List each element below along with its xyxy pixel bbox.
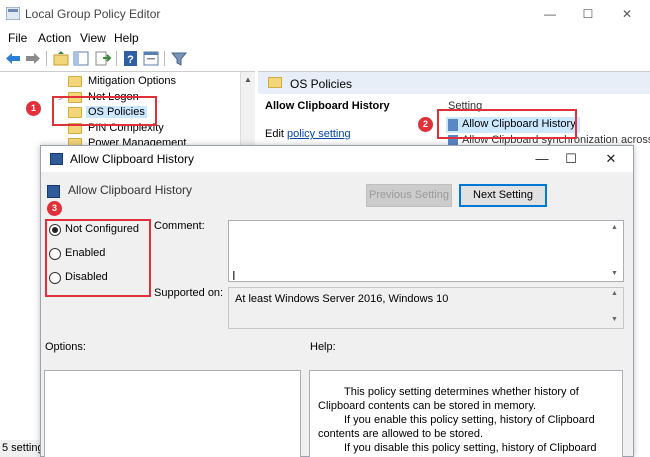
annotation-badge-3: 3 — [47, 201, 62, 216]
toolbar-separator — [46, 51, 47, 66]
dialog-title: Allow Clipboard History — [70, 152, 195, 166]
main-maximize-button[interactable]: ☐ — [573, 4, 603, 24]
details-header: OS Policies — [258, 72, 650, 94]
menu-help[interactable]: Help — [114, 31, 139, 45]
main-titlebar: Local Group Policy Editor — ☐ ✕ — [0, 0, 650, 28]
help-label: Help: — [310, 341, 336, 353]
forward-arrow-icon[interactable] — [24, 50, 42, 67]
main-close-button[interactable]: ✕ — [612, 4, 642, 24]
edit-policy-line: Edit policy setting — [265, 128, 351, 140]
up-folder-icon[interactable] — [52, 50, 70, 67]
help-icon[interactable]: ? — [122, 50, 140, 67]
menu-bar: File Action View Help — [0, 28, 650, 48]
next-setting-button[interactable]: Next Setting — [459, 184, 547, 207]
toolbar-separator — [116, 51, 117, 66]
export-list-icon[interactable] — [94, 50, 112, 67]
annotation-box-2 — [437, 109, 577, 139]
selected-setting-name: Allow Clipboard History — [265, 100, 390, 112]
comment-textarea[interactable] — [228, 220, 624, 282]
menu-view[interactable]: View — [80, 31, 106, 45]
group-policy-app-icon — [6, 7, 20, 20]
supported-on-value: At least Windows Server 2016, Windows 10 — [228, 287, 624, 329]
annotation-box-3 — [45, 219, 151, 297]
toolbar-separator — [164, 51, 165, 66]
dialog-titlebar: Allow Clipboard History — ☐ ✕ — [41, 146, 633, 172]
dialog-maximize-button[interactable]: ☐ — [556, 149, 586, 169]
annotation-badge-2: 2 — [418, 117, 433, 132]
policy-setting-icon — [47, 185, 60, 198]
policy-dialog: Allow Clipboard History — ☐ ✕ Allow Clip… — [40, 145, 634, 457]
scroll-up-icon[interactable]: ▲ — [244, 75, 252, 84]
back-arrow-icon[interactable] — [4, 50, 22, 67]
folder-icon — [268, 77, 282, 88]
help-paragraph: If you disable this policy setting, hist… — [344, 442, 597, 454]
policy-dialog-icon — [50, 153, 63, 165]
supported-on-label: Supported on: — [154, 287, 224, 299]
folder-icon — [68, 76, 82, 87]
annotation-box-1 — [52, 96, 157, 126]
scroll-down-icon[interactable]: ▼ — [611, 270, 630, 277]
text-cursor-icon: I — [232, 268, 236, 283]
menu-action[interactable]: Action — [38, 31, 71, 45]
scroll-up-icon[interactable]: ▲ — [611, 290, 630, 297]
toolbar: ? — [0, 48, 650, 70]
dialog-policy-name: Allow Clipboard History — [68, 183, 193, 197]
scroll-down-icon[interactable]: ▼ — [611, 316, 630, 323]
help-paragraph: If you enable this policy setting, histo… — [318, 414, 595, 440]
show-hide-tree-icon[interactable] — [72, 50, 90, 67]
dialog-minimize-button[interactable]: — — [527, 149, 557, 169]
scroll-up-icon[interactable]: ▲ — [611, 224, 630, 231]
filter-icon[interactable] — [170, 50, 188, 67]
previous-setting-button[interactable]: Previous Setting — [366, 184, 452, 207]
status-bar: 5 setting(s) — [0, 440, 44, 457]
properties-icon[interactable] — [142, 50, 160, 67]
main-window-title: Local Group Policy Editor — [25, 7, 161, 21]
dialog-close-button[interactable]: ✕ — [596, 149, 626, 169]
help-paragraph: This policy setting determines whether h… — [318, 386, 579, 412]
main-minimize-button[interactable]: — — [535, 4, 565, 24]
help-panel[interactable]: This policy setting determines whether h… — [309, 370, 623, 457]
annotation-badge-1: 1 — [26, 101, 41, 116]
options-label: Options: — [45, 341, 86, 353]
options-panel — [44, 370, 301, 457]
menu-file[interactable]: File — [8, 31, 27, 45]
svg-text:?: ? — [127, 54, 134, 66]
comment-label: Comment: — [154, 220, 205, 232]
edit-policy-setting-link[interactable]: policy setting — [287, 128, 351, 140]
